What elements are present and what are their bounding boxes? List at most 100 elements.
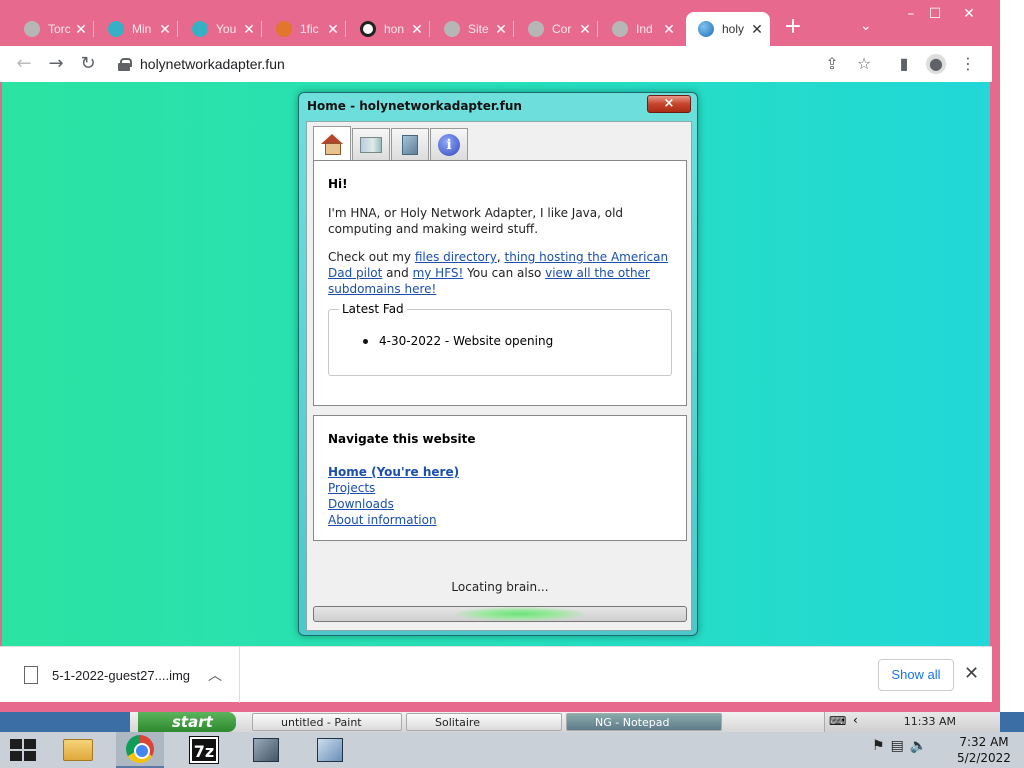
file-explorer-app[interactable]	[54, 732, 102, 768]
menu-icon[interactable]: ⋮	[958, 54, 978, 74]
close-icon[interactable]: ✕	[242, 21, 256, 38]
checkout-text: Check out my files directory, thing host…	[328, 249, 672, 297]
tab-3[interactable]: You ✕	[180, 12, 262, 46]
tab-title: Min	[132, 22, 152, 36]
tab-home[interactable]	[313, 126, 351, 160]
tab-title: hon	[384, 22, 405, 36]
chevron-up-icon[interactable]: ︿	[208, 665, 222, 685]
nav-heading: Navigate this website	[328, 432, 476, 446]
files-directory-link[interactable]: files directory	[415, 250, 497, 264]
task-solitaire[interactable]: Solitaire	[406, 713, 562, 731]
tab-downloads[interactable]	[391, 128, 429, 160]
close-icon[interactable]: ✕	[158, 21, 172, 38]
volume-muted-icon[interactable]: 🔈	[910, 738, 927, 754]
back-icon[interactable]: ←	[12, 52, 36, 76]
nav-link-projects[interactable]: Projects	[328, 480, 672, 496]
globe-icon	[612, 21, 628, 37]
maximize-button[interactable]: ☐	[920, 4, 950, 24]
tab-2[interactable]: Min ✕	[96, 12, 178, 46]
tab-strip: Torc ✕ Min ✕ You ✕ 1fic ✕ hon ✕ Site ✕ C…	[0, 0, 1000, 46]
spiral-icon	[360, 21, 376, 37]
computer-icon	[317, 738, 343, 762]
forward-icon[interactable]: →	[44, 52, 68, 76]
close-window-button[interactable]: ✕	[954, 4, 984, 24]
projects-icon	[360, 136, 382, 153]
windows-start-icon[interactable]	[10, 739, 36, 761]
system-tray: ⚑ ▤ 🔈	[872, 738, 927, 754]
clock-time: 7:32 AM	[959, 735, 1009, 749]
close-icon[interactable]: ✕	[578, 21, 592, 38]
show-all-button[interactable]: Show all	[878, 659, 954, 691]
dialog-body: i Hi! I'm HNA, or Holy Network Adapter, …	[306, 121, 692, 631]
separator: You can also	[463, 266, 546, 280]
address-bar[interactable]: holynetworkadapter.fun	[112, 50, 812, 78]
tab-5[interactable]: hon ✕	[348, 12, 430, 46]
system-clock[interactable]: 7:32 AM 5/2/2022	[954, 734, 1014, 766]
tab-title: Torc	[48, 22, 71, 36]
browser-toolbar: ← → ↻ holynetworkadapter.fun ⇪ ☆ ▮ ● ⋮	[0, 46, 992, 82]
nav-link-downloads[interactable]: Downloads	[328, 496, 672, 512]
file-icon	[24, 666, 38, 684]
close-icon[interactable]: ✕	[662, 21, 676, 38]
tab-4[interactable]: 1fic ✕	[264, 12, 346, 46]
dialog-title: Home - holynetworkadapter.fun	[307, 99, 522, 113]
tab-title: 1fic	[300, 22, 319, 36]
7zip-app[interactable]: 7z	[180, 732, 228, 768]
share-icon[interactable]: ⇪	[822, 54, 842, 74]
folder-icon	[63, 739, 93, 761]
lock-icon[interactable]	[118, 58, 132, 71]
windows-taskbar: 7z ⚑ ▤ 🔈 7:32 AM 5/2/2022	[0, 732, 1024, 768]
tab-search-icon[interactable]: ⌄	[860, 18, 872, 34]
tab-title: Site	[468, 22, 489, 36]
nav-link-home[interactable]: Home (You're here)	[328, 464, 672, 480]
globe-icon	[24, 21, 40, 37]
gear-icon	[108, 21, 124, 37]
close-icon[interactable]: ✕	[964, 663, 979, 684]
info-icon: i	[438, 133, 460, 156]
tab-1[interactable]: Torc ✕	[12, 12, 94, 46]
chevron-left-icon[interactable]: ‹	[853, 713, 858, 727]
latest-fad-legend: Latest Fad	[339, 302, 407, 316]
tab-6[interactable]: Site ✕	[432, 12, 514, 46]
network-app[interactable]	[242, 732, 290, 768]
dialog-close-button[interactable]: ×	[647, 95, 691, 113]
hfs-link[interactable]: my HFS!	[413, 266, 464, 280]
nav-link-about[interactable]: About information	[328, 512, 672, 528]
close-icon[interactable]: ✕	[410, 21, 424, 38]
profile-icon[interactable]: ●	[926, 54, 946, 74]
download-item[interactable]: 5-1-2022-guest27....img ︿	[0, 647, 240, 703]
home-panel: Hi! I'm HNA, or Holy Network Adapter, I …	[313, 160, 687, 406]
xp-start-button[interactable]: start	[138, 712, 236, 732]
tab-7[interactable]: Cor ✕	[516, 12, 598, 46]
task-notepad[interactable]: NG - Notepad	[566, 713, 722, 731]
tab-8[interactable]: Ind ✕	[600, 12, 682, 46]
chrome-app[interactable]	[116, 732, 164, 768]
network-icon	[253, 738, 279, 762]
download-shelf: 5-1-2022-guest27....img ︿ Show all ✕	[0, 646, 992, 703]
reload-icon[interactable]: ↻	[76, 52, 100, 76]
xp-system-tray: ⌨ ‹ 11:33 AM	[824, 712, 1000, 732]
flag-icon[interactable]: ⚑	[872, 738, 885, 754]
tab-title: Ind	[636, 22, 653, 36]
tab-projects[interactable]	[352, 128, 390, 160]
separator: and	[382, 266, 413, 280]
close-icon[interactable]: ✕	[494, 21, 508, 38]
dialog-tabs: i	[313, 126, 469, 160]
close-icon[interactable]: ✕	[750, 21, 764, 38]
close-icon[interactable]: ✕	[74, 21, 88, 38]
task-paint[interactable]: untitled - Paint	[252, 713, 402, 731]
downloads-icon	[402, 134, 418, 155]
background-window-edge	[1000, 0, 1024, 712]
side-panel-icon[interactable]: ▮	[894, 54, 914, 74]
tab-about[interactable]: i	[430, 128, 468, 160]
vm-app[interactable]	[306, 732, 354, 768]
clock-date: 5/2/2022	[957, 751, 1011, 765]
loading-status: Locating brain...	[451, 580, 549, 594]
latest-fad-group: Latest Fad 4-30-2022 - Website opening	[328, 302, 672, 376]
close-icon[interactable]: ✕	[326, 21, 340, 38]
tab-active[interactable]: holy ✕	[686, 12, 770, 46]
bookmark-star-icon[interactable]: ☆	[854, 54, 874, 74]
network-status-icon[interactable]: ▤	[891, 738, 904, 754]
new-tab-button[interactable]: +	[782, 16, 804, 40]
keyboard-icon[interactable]: ⌨	[829, 714, 846, 728]
